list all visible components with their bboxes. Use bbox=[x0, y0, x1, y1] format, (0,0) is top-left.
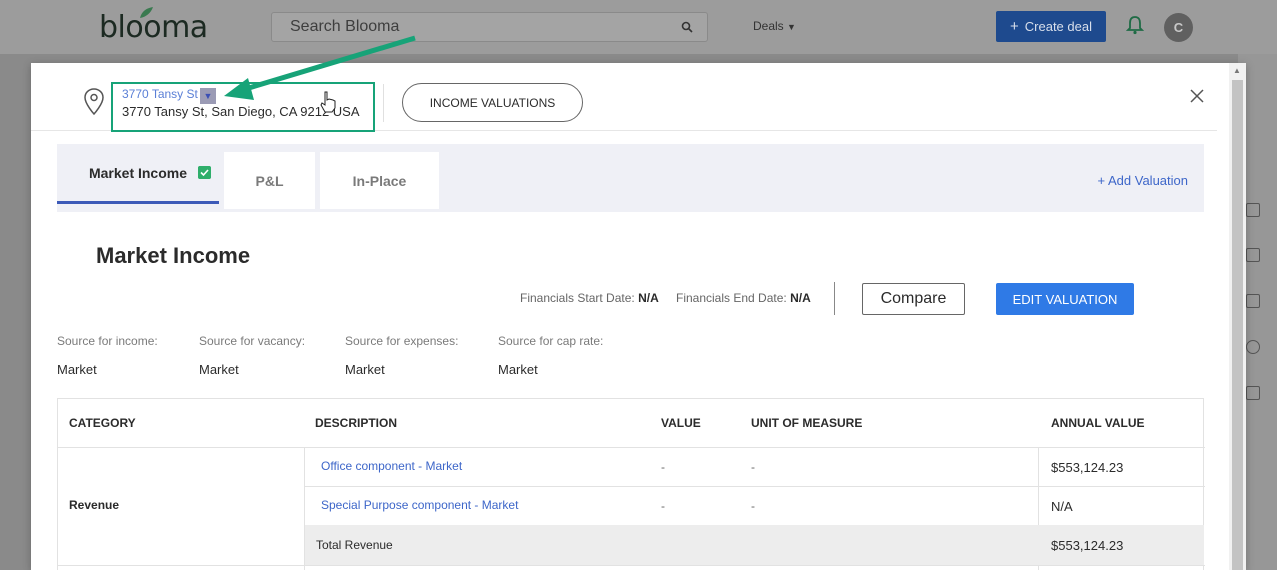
tab-pl[interactable]: P&L bbox=[224, 152, 315, 209]
financials-end-label: Financials End Date: bbox=[676, 291, 787, 305]
valuation-tabs: Market Income P&L In-Place + Add Valuati… bbox=[57, 144, 1204, 212]
deals-menu-label: Deals bbox=[753, 19, 784, 33]
checkmark-icon bbox=[198, 166, 211, 179]
clock-icon bbox=[1246, 340, 1260, 354]
chevron-down-icon: ▼ bbox=[787, 22, 796, 32]
edit-valuation-button[interactable]: EDIT VALUATION bbox=[996, 283, 1134, 315]
col-header-description: DESCRIPTION bbox=[315, 416, 398, 430]
header-divider-line bbox=[58, 447, 1205, 448]
scrollbar-thumb[interactable] bbox=[1232, 80, 1243, 570]
tab-market-income[interactable]: Market Income bbox=[57, 144, 219, 204]
close-icon[interactable] bbox=[1189, 88, 1205, 104]
unit-cell: - bbox=[751, 460, 755, 474]
print-icon bbox=[1246, 294, 1260, 308]
category-revenue: Revenue bbox=[69, 498, 120, 512]
actions-divider bbox=[834, 282, 835, 315]
leaf-icon bbox=[140, 7, 153, 18]
valuation-table: CATEGORY DESCRIPTION VALUE UNIT OF MEASU… bbox=[57, 398, 1205, 570]
financials-start-value: N/A bbox=[638, 291, 659, 305]
description-link[interactable]: Special Purpose component - Market bbox=[321, 498, 518, 512]
source-income-label: Source for income: bbox=[57, 334, 158, 348]
app-header: blooma Search Blooma Deals ▼ + Create de… bbox=[0, 0, 1277, 54]
financials-end-date: Financials End Date: N/A bbox=[676, 291, 811, 305]
source-income-value: Market bbox=[57, 362, 97, 377]
folder-icon bbox=[1246, 386, 1260, 400]
value-cell: - bbox=[661, 499, 665, 513]
total-revenue-label: Total Revenue bbox=[316, 538, 393, 552]
source-vacancy-label: Source for vacancy: bbox=[199, 334, 306, 348]
bell-icon[interactable] bbox=[1126, 15, 1144, 35]
financials-end-value: N/A bbox=[790, 291, 811, 305]
tab-in-place[interactable]: In-Place bbox=[320, 152, 439, 209]
add-valuation-link[interactable]: + Add Valuation bbox=[1098, 173, 1188, 188]
row-divider-line bbox=[305, 486, 1205, 487]
unit-cell: - bbox=[751, 499, 755, 513]
financials-start-date: Financials Start Date: N/A bbox=[520, 291, 659, 305]
col-header-unit: UNIT OF MEASURE bbox=[751, 416, 863, 430]
tab-label: P&L bbox=[255, 172, 284, 189]
address-dropdown-link[interactable]: 3770 Tansy St bbox=[122, 87, 198, 101]
avatar[interactable]: C bbox=[1164, 13, 1193, 42]
valuation-modal: 3770 Tansy St ▼ 3770 Tansy St, San Diego… bbox=[31, 63, 1246, 570]
description-link[interactable]: Office component - Market bbox=[321, 459, 462, 473]
source-cap-rate-value: Market bbox=[498, 362, 538, 377]
compare-button[interactable]: Compare bbox=[862, 283, 965, 315]
col-header-annual-value: ANNUAL VALUE bbox=[1051, 416, 1145, 430]
annotation-arrow bbox=[224, 35, 416, 100]
annual-value-cell: $553,124.23 bbox=[1051, 460, 1124, 475]
source-expenses-label: Source for expenses: bbox=[345, 334, 459, 348]
cloud-icon bbox=[1246, 248, 1260, 262]
location-pin-icon bbox=[84, 88, 104, 116]
col-header-value: VALUE bbox=[661, 416, 701, 430]
search-icon[interactable] bbox=[681, 21, 693, 33]
deals-menu[interactable]: Deals ▼ bbox=[753, 19, 796, 33]
total-revenue-value: $553,124.23 bbox=[1051, 538, 1124, 553]
annual-value-cell: N/A bbox=[1051, 499, 1073, 514]
financials-start-label: Financials Start Date: bbox=[520, 291, 635, 305]
create-deal-label: Create deal bbox=[1024, 19, 1092, 34]
tab-label: In-Place bbox=[352, 172, 407, 189]
source-expenses-value: Market bbox=[345, 362, 385, 377]
source-vacancy-value: Market bbox=[199, 362, 239, 377]
col-header-category: CATEGORY bbox=[69, 416, 136, 430]
plus-icon: + bbox=[1010, 18, 1019, 35]
scroll-up-icon[interactable]: ▲ bbox=[1233, 66, 1241, 75]
source-cap-rate-label: Source for cap rate: bbox=[498, 334, 604, 348]
chat-icon bbox=[1246, 203, 1260, 217]
tab-label: Market Income bbox=[88, 164, 188, 181]
bottom-row-line bbox=[58, 565, 1205, 566]
create-deal-button[interactable]: + Create deal bbox=[996, 11, 1106, 42]
section-title: Market Income bbox=[96, 243, 251, 268]
value-cell: - bbox=[661, 460, 665, 474]
